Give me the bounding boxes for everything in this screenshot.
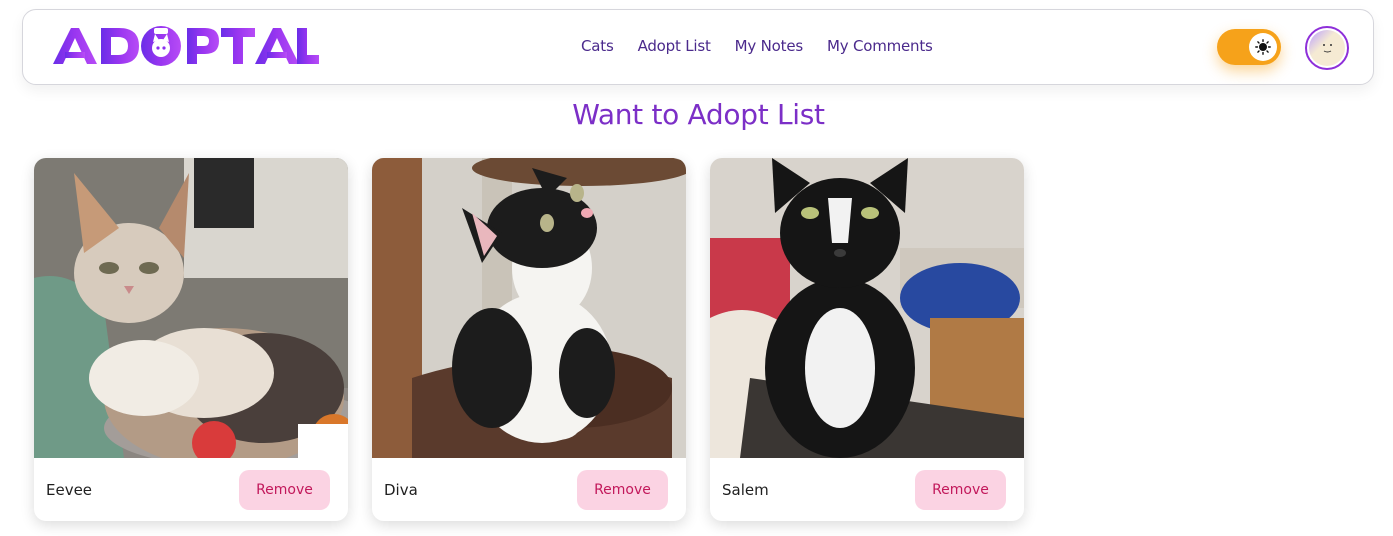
cat-photo-diva[interactable]	[372, 158, 686, 458]
cat-card: Diva Remove	[372, 158, 686, 521]
cat-photo-eevee[interactable]	[34, 158, 348, 458]
cat-name: Eevee	[46, 481, 93, 499]
remove-button[interactable]: Remove	[915, 470, 1006, 510]
cat-photo-salem[interactable]	[710, 158, 1024, 458]
top-navbar: Cats Adopt List My Notes My Comments	[22, 9, 1374, 85]
brand-logo[interactable]	[51, 24, 321, 70]
theme-toggle[interactable]	[1217, 29, 1281, 65]
logo-wordmark	[53, 26, 319, 66]
nav-link-adopt-list[interactable]: Adopt List	[638, 37, 711, 55]
avatar-face-icon	[1309, 30, 1345, 66]
page-title: Want to Adopt List	[572, 98, 825, 131]
user-avatar[interactable]	[1305, 26, 1349, 70]
nav-link-cats[interactable]: Cats	[581, 37, 614, 55]
cat-name: Diva	[384, 481, 418, 499]
cat-card: Eevee Remove	[34, 158, 348, 521]
cat-name: Salem	[722, 481, 769, 499]
main-nav: Cats Adopt List My Notes My Comments	[581, 37, 933, 55]
toggle-knob	[1249, 33, 1277, 61]
remove-button[interactable]: Remove	[239, 470, 330, 510]
sun-icon	[1255, 39, 1271, 55]
cat-card: Salem Remove	[710, 158, 1024, 521]
nav-link-my-notes[interactable]: My Notes	[735, 37, 804, 55]
nav-link-my-comments[interactable]: My Comments	[827, 37, 933, 55]
remove-button[interactable]: Remove	[577, 470, 668, 510]
